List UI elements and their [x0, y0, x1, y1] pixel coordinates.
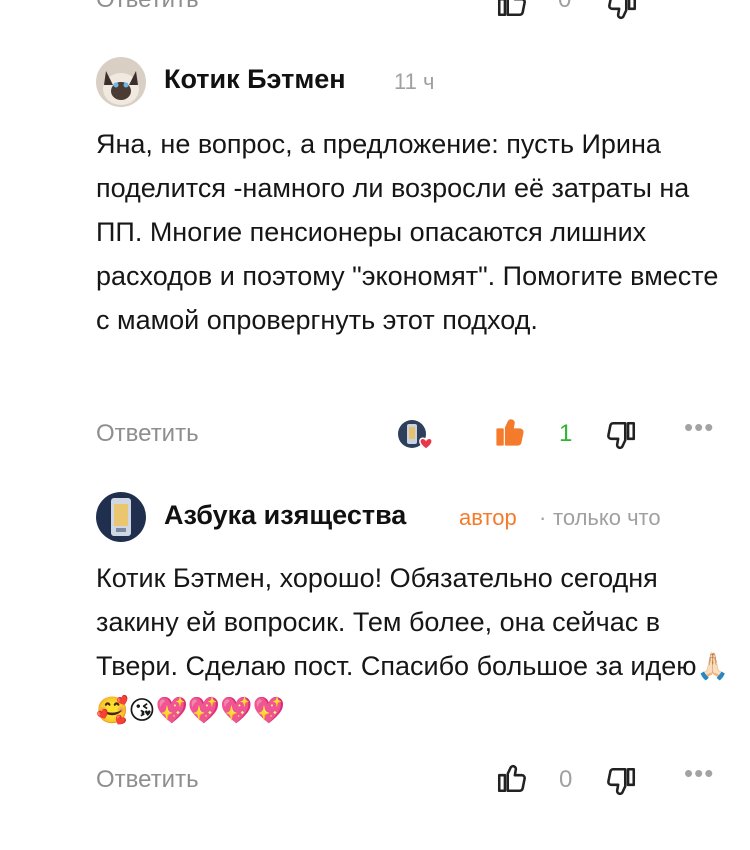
author-name[interactable]: Азбука изящества: [164, 500, 406, 531]
reply-button[interactable]: Ответить: [96, 0, 199, 14]
meta-separator: ·: [539, 505, 547, 530]
emoji-pray: 🙏🏻: [696, 651, 729, 681]
comment-text: Яна, не вопрос, а предложение: пусть Ири…: [96, 129, 719, 335]
author-name[interactable]: Котик Бэтмен: [164, 64, 346, 95]
avatar[interactable]: [96, 57, 146, 107]
reply-button[interactable]: Ответить: [96, 420, 199, 448]
avatar[interactable]: [96, 492, 146, 542]
emoji-sparkling-heart: 💖: [155, 695, 188, 725]
thumbs-up-icon[interactable]: [494, 0, 530, 20]
author-liked-heart-icon: [396, 418, 440, 454]
timestamp: только что: [553, 505, 661, 530]
emoji-kiss: 😘: [128, 695, 156, 725]
author-badge: автор: [459, 505, 517, 530]
like-count: 1: [559, 420, 573, 447]
emoji-smiling-hearts: 🥰: [96, 695, 129, 725]
thumbs-up-icon[interactable]: [492, 414, 528, 450]
thumbs-down-icon[interactable]: [603, 764, 639, 800]
like-count: 0: [558, 0, 571, 14]
more-icon[interactable]: •••: [684, 412, 714, 443]
timestamp: 11 ч: [394, 69, 435, 94]
thumbs-up-icon[interactable]: [494, 760, 530, 796]
comment-text: Котик Бэтмен, хорошо! Обязательно сегодн…: [96, 563, 697, 681]
thumbs-down-icon[interactable]: [603, 418, 639, 454]
like-count: 0: [559, 766, 573, 793]
thumbs-down-icon[interactable]: [604, 0, 640, 24]
more-icon[interactable]: •••: [684, 758, 714, 789]
emoji-sparkling-heart: 💖: [220, 695, 253, 725]
emoji-sparkling-heart: 💖: [187, 695, 221, 725]
reply-button[interactable]: Ответить: [96, 766, 199, 794]
emoji-sparkling-heart: 💖: [252, 695, 285, 725]
comment-text-block: Котик Бэтмен, хорошо! Обязательно сегодн…: [96, 556, 736, 732]
